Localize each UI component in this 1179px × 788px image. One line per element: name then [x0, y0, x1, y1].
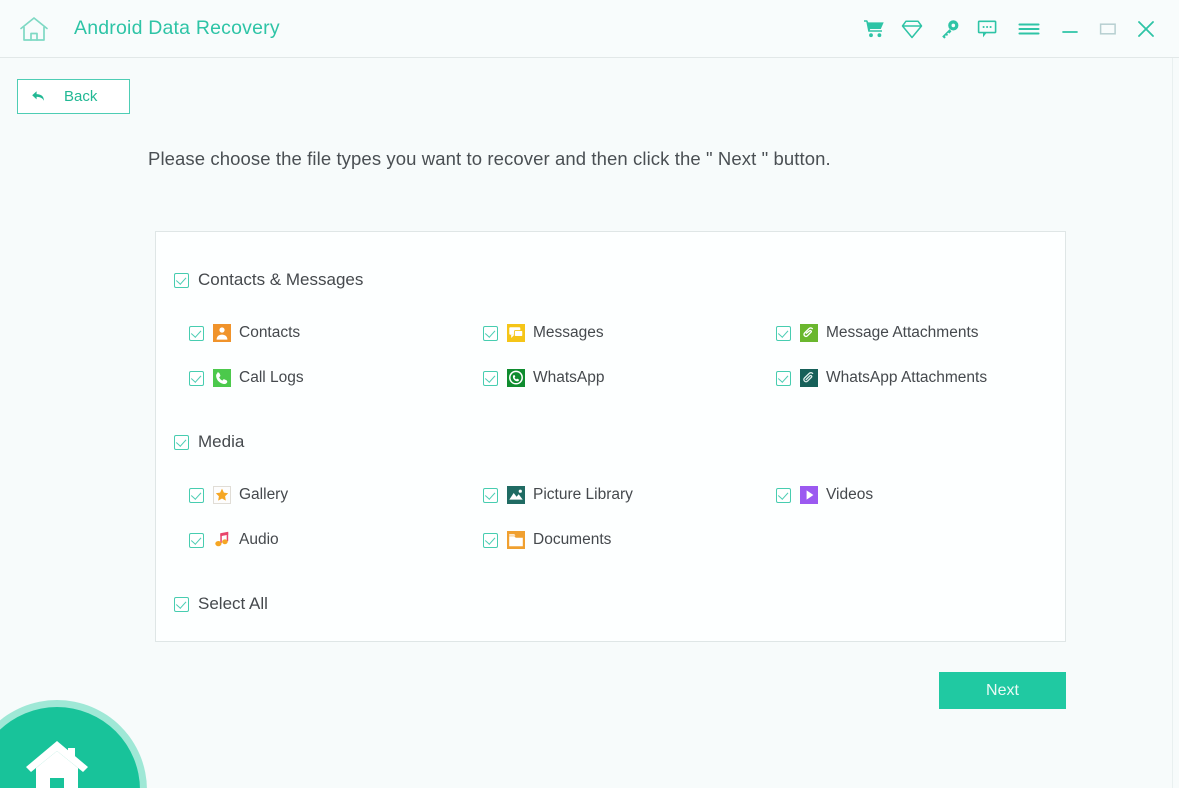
next-button[interactable]: Next: [939, 672, 1066, 709]
whatsapp-icon: [507, 369, 525, 387]
maximize-icon[interactable]: [1089, 9, 1127, 49]
group-label: Media: [198, 432, 245, 451]
diamond-icon[interactable]: [893, 9, 931, 49]
group-media[interactable]: Media: [174, 432, 244, 452]
minimize-icon[interactable]: [1051, 9, 1089, 49]
item-audio[interactable]: Audio: [189, 531, 279, 549]
home-icon[interactable]: [17, 12, 51, 46]
item-label: Videos: [826, 486, 874, 503]
select-all-row[interactable]: Select All: [174, 594, 268, 614]
checkbox-contacts[interactable]: [189, 325, 204, 341]
checkbox-documents[interactable]: [483, 532, 498, 548]
call-logs-icon: [213, 369, 231, 387]
back-button-label: Back: [64, 88, 98, 105]
checkbox-videos[interactable]: [776, 487, 791, 503]
item-call-logs[interactable]: Call Logs: [189, 369, 304, 387]
checkbox-select-all[interactable]: [174, 596, 189, 612]
item-label: WhatsApp: [533, 369, 605, 386]
item-message-attachments[interactable]: Message Attachments: [776, 324, 979, 342]
item-videos[interactable]: Videos: [776, 486, 873, 504]
checkbox-whatsapp[interactable]: [483, 370, 498, 386]
checkbox-message-attachments[interactable]: [776, 325, 791, 341]
floating-home-inner: [0, 707, 140, 788]
home-icon: [26, 741, 88, 788]
item-label: Messages: [533, 324, 604, 341]
item-messages[interactable]: Messages: [483, 324, 604, 342]
right-edge-rule: [1172, 58, 1173, 788]
item-label: Documents: [533, 531, 612, 548]
cart-icon[interactable]: [855, 9, 893, 49]
window-controls: [855, 9, 1179, 49]
key-icon[interactable]: [931, 9, 969, 49]
group-contacts-messages[interactable]: Contacts & Messages: [174, 270, 363, 290]
item-label: Audio: [239, 531, 279, 548]
item-whatsapp-attachments[interactable]: WhatsApp Attachments: [776, 369, 987, 387]
item-label: Picture Library: [533, 486, 633, 503]
picture-library-icon: [507, 486, 525, 504]
videos-icon: [800, 486, 818, 504]
message-attachments-icon: [800, 324, 818, 342]
file-types-panel: Contacts & Messages Contacts Messages Me…: [155, 231, 1066, 642]
messages-icon: [507, 324, 525, 342]
checkbox-gallery[interactable]: [189, 487, 204, 503]
documents-icon: [507, 531, 525, 549]
item-gallery[interactable]: Gallery: [189, 486, 288, 504]
item-contacts[interactable]: Contacts: [189, 324, 300, 342]
audio-icon: [213, 531, 231, 549]
item-label: Call Logs: [239, 369, 304, 386]
select-all-label: Select All: [198, 594, 268, 613]
checkbox-media[interactable]: [174, 434, 189, 450]
checkbox-contacts-messages[interactable]: [174, 272, 189, 288]
item-documents[interactable]: Documents: [483, 531, 611, 549]
item-label: Gallery: [239, 486, 289, 503]
close-icon[interactable]: [1127, 9, 1165, 49]
checkbox-picture-library[interactable]: [483, 487, 498, 503]
gallery-icon: [213, 486, 231, 504]
item-whatsapp[interactable]: WhatsApp: [483, 369, 605, 387]
item-label: WhatsApp Attachments: [826, 369, 988, 386]
menu-icon[interactable]: [1010, 9, 1048, 49]
item-label: Message Attachments: [826, 324, 979, 341]
back-button[interactable]: Back: [17, 79, 130, 114]
contacts-icon: [213, 324, 231, 342]
group-label: Contacts & Messages: [198, 270, 364, 289]
item-picture-library[interactable]: Picture Library: [483, 486, 633, 504]
whatsapp-attachments-icon: [800, 369, 818, 387]
chat-icon[interactable]: [969, 9, 1007, 49]
item-label: Contacts: [239, 324, 301, 341]
back-arrow-icon: [30, 89, 46, 105]
checkbox-call-logs[interactable]: [189, 370, 204, 386]
checkbox-whatsapp-attachments[interactable]: [776, 370, 791, 386]
checkbox-messages[interactable]: [483, 325, 498, 341]
checkbox-audio[interactable]: [189, 532, 204, 548]
page-instruction: Please choose the file types you want to…: [148, 148, 831, 169]
floating-home-button[interactable]: [0, 700, 147, 788]
title-bar: Android Data Recovery: [0, 0, 1179, 58]
app-title: Android Data Recovery: [74, 17, 280, 39]
